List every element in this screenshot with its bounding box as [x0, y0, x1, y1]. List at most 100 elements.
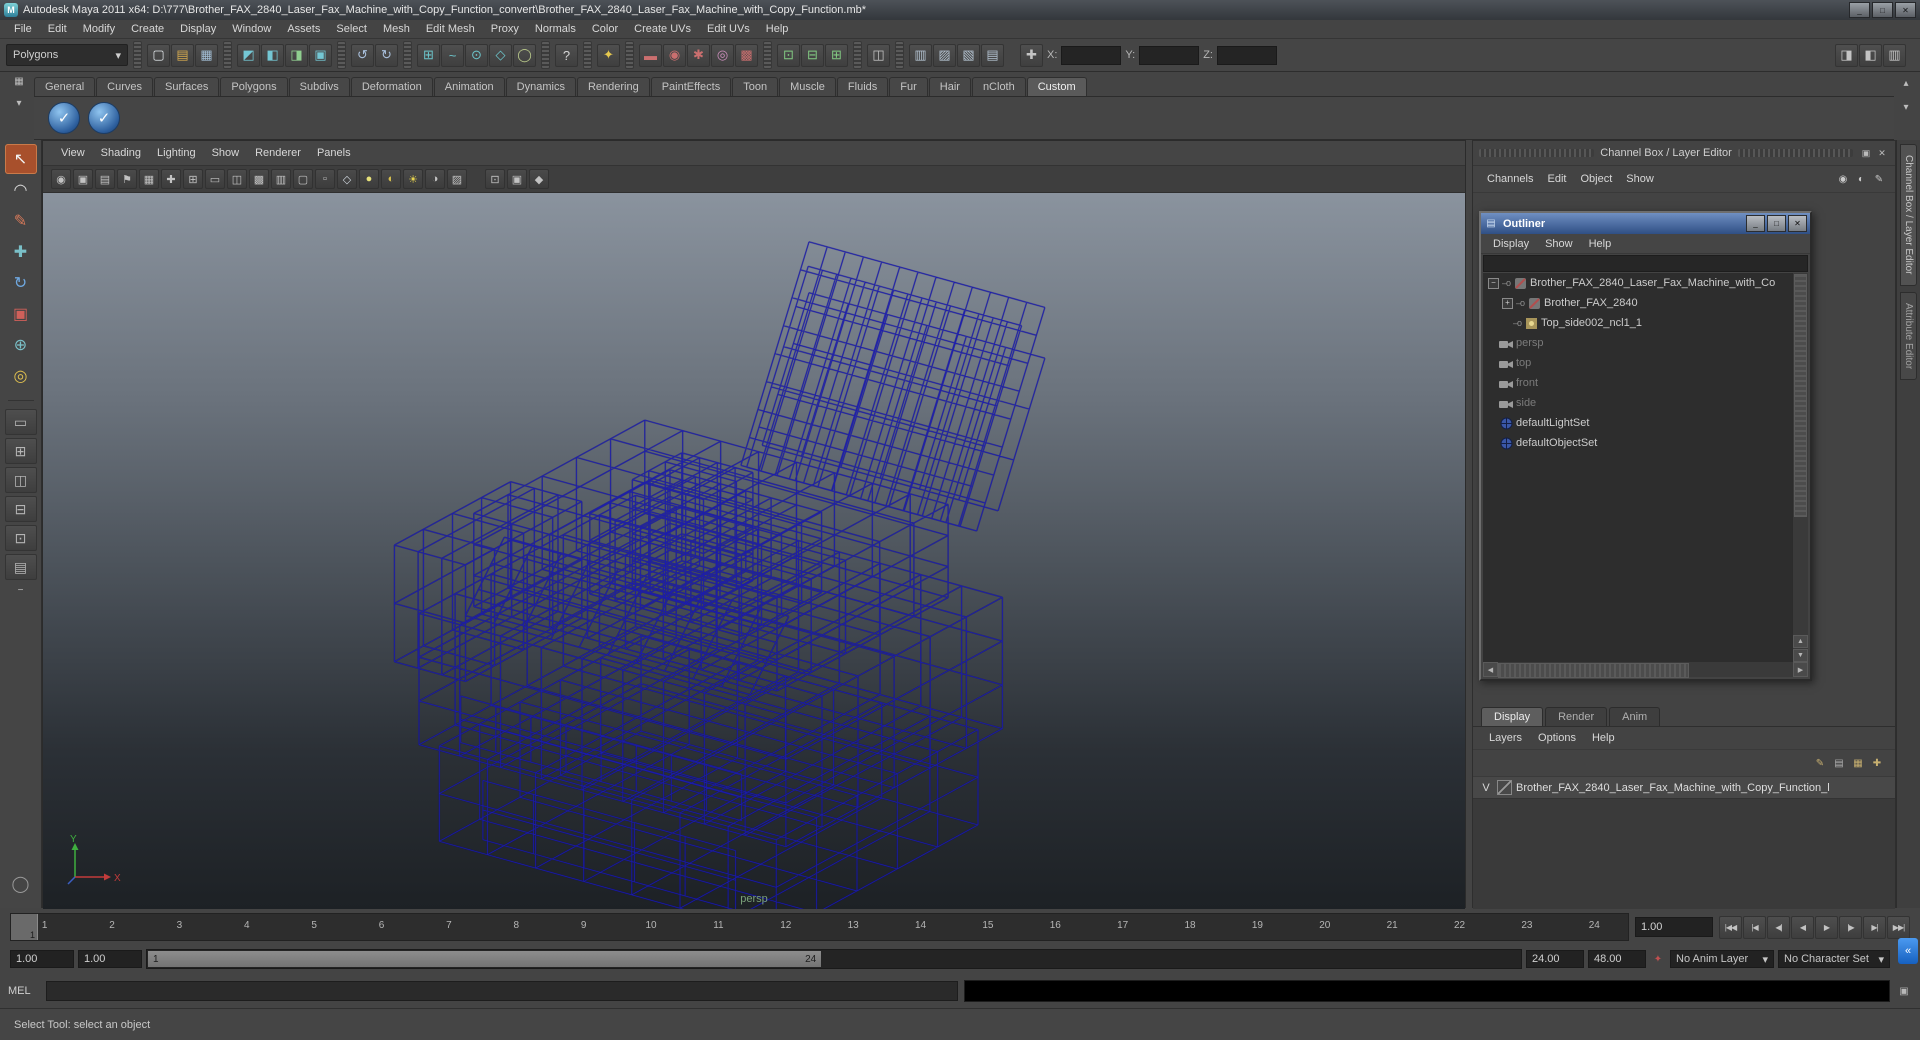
- grid-icon[interactable]: ⊞: [183, 169, 203, 189]
- y-field[interactable]: [1139, 46, 1199, 65]
- select-tool[interactable]: ↖: [5, 144, 37, 174]
- outliner-item-side[interactable]: side: [1483, 393, 1793, 413]
- range-slider-bar[interactable]: 1 24: [148, 951, 821, 967]
- menu-window[interactable]: Window: [224, 21, 279, 37]
- shelf-tab-toon[interactable]: Toon: [732, 77, 778, 96]
- make-live-icon[interactable]: ◯: [513, 44, 536, 67]
- outliner-maximize-button[interactable]: □: [1767, 215, 1786, 232]
- snap-curve-icon[interactable]: ~: [441, 44, 464, 67]
- shelf-tab-fur[interactable]: Fur: [889, 77, 928, 96]
- select-mask-icon[interactable]: ▣: [309, 44, 332, 67]
- three-pane-layout-button[interactable]: ⊡: [5, 525, 37, 551]
- toolbar-grip[interactable]: [853, 41, 862, 69]
- toolbar-grip[interactable]: [403, 41, 412, 69]
- camera-display-icon[interactable]: ▤: [981, 44, 1004, 67]
- render-current-frame-icon[interactable]: ▬: [639, 44, 662, 67]
- menu-file[interactable]: File: [6, 21, 40, 37]
- plane-split-icon[interactable]: ▣: [507, 169, 527, 189]
- scroll-right-icon[interactable]: ▶: [1793, 662, 1808, 677]
- edit-layer-icon[interactable]: ✎: [1812, 755, 1828, 771]
- outliner-item-defaultobjectset[interactable]: defaultObjectSet: [1483, 433, 1793, 453]
- shelf-tab-hair[interactable]: Hair: [929, 77, 971, 96]
- shelf-tab-animation[interactable]: Animation: [434, 77, 505, 96]
- dock-grip-left[interactable]: [1479, 149, 1594, 157]
- hypergraph-panel-icon[interactable]: ◫: [867, 44, 890, 67]
- panel-menu-lighting[interactable]: Lighting: [149, 145, 204, 161]
- wireframe-mode-icon[interactable]: ◇: [337, 169, 357, 189]
- camera-lock-icon[interactable]: ▣: [73, 169, 93, 189]
- menu-proxy[interactable]: Proxy: [483, 21, 527, 37]
- safe-title-icon[interactable]: ▫: [315, 169, 335, 189]
- side-tab-channel-box-layer-editor[interactable]: Channel Box / Layer Editor: [1900, 144, 1917, 286]
- bookmarks-icon[interactable]: ⚑: [117, 169, 137, 189]
- x-field[interactable]: [1061, 46, 1121, 65]
- select-component-icon[interactable]: ◨: [285, 44, 308, 67]
- toolbar-grip[interactable]: [625, 41, 634, 69]
- command-language-toggle[interactable]: MEL: [8, 985, 40, 997]
- playback-start-field[interactable]: 1.00: [78, 950, 142, 968]
- go-to-end-button[interactable]: ▶▶|: [1887, 916, 1910, 939]
- range-slider-track[interactable]: 1 24: [146, 949, 1522, 969]
- shelf-tab-ncloth[interactable]: nCloth: [972, 77, 1026, 96]
- snap-grid-icon[interactable]: ⊞: [417, 44, 440, 67]
- layer-menu-options[interactable]: Options: [1530, 730, 1584, 746]
- toolbar-grip[interactable]: [895, 41, 904, 69]
- ipr-render-icon[interactable]: ◉: [663, 44, 686, 67]
- panel-menu-view[interactable]: View: [53, 145, 93, 161]
- two-pane-side-layout-button[interactable]: ◫: [5, 467, 37, 493]
- new-layer-from-selection-icon[interactable]: ✚: [1869, 755, 1885, 771]
- shelf-tab-list-icon[interactable]: ▦: [11, 74, 27, 88]
- layer-color-swatch[interactable]: [1497, 780, 1512, 795]
- lasso-select-tool[interactable]: ◠: [5, 175, 37, 205]
- shelf-tab-subdivs[interactable]: Subdivs: [289, 77, 350, 96]
- single-pane-icon[interactable]: ⊡: [777, 44, 800, 67]
- outliner-menu-show[interactable]: Show: [1537, 236, 1581, 252]
- script-editor-icon[interactable]: ▣: [1896, 983, 1912, 999]
- close-button[interactable]: ✕: [1895, 2, 1916, 18]
- menu-set-selector[interactable]: Polygons ▾: [6, 44, 128, 66]
- step-forward-button[interactable]: |▶: [1839, 916, 1862, 939]
- menu-mesh[interactable]: Mesh: [375, 21, 418, 37]
- menu-edit[interactable]: Edit: [40, 21, 75, 37]
- menu-modify[interactable]: Modify: [75, 21, 123, 37]
- light-display-icon[interactable]: ▧: [957, 44, 980, 67]
- field-chart-icon[interactable]: ▥: [271, 169, 291, 189]
- channel-manip-icon[interactable]: ◉: [1835, 171, 1851, 187]
- current-time-field[interactable]: 1.00: [1635, 917, 1713, 937]
- shelf-tab-surfaces[interactable]: Surfaces: [154, 77, 219, 96]
- channel-menu-edit[interactable]: Edit: [1541, 171, 1572, 187]
- next-key-button[interactable]: ▶|: [1863, 916, 1886, 939]
- toolbar-grip[interactable]: [133, 41, 142, 69]
- layer-tab-anim[interactable]: Anim: [1609, 707, 1660, 726]
- toolbox-menu-icon[interactable]: ◯: [5, 869, 37, 899]
- scroll-down-icon[interactable]: ▼: [1793, 649, 1808, 662]
- dock-window-icon[interactable]: ▣: [1859, 147, 1873, 159]
- toolbar-grip[interactable]: [583, 41, 592, 69]
- absolute-relative-toggle-icon[interactable]: ✚: [1020, 44, 1043, 67]
- outliner-filter-input[interactable]: [1484, 256, 1807, 271]
- menu-select[interactable]: Select: [328, 21, 375, 37]
- auto-key-toggle-icon[interactable]: ✦: [1650, 951, 1666, 967]
- shelf-scroll-down-icon[interactable]: ▾: [1898, 100, 1914, 114]
- single-pane-layout-button[interactable]: ▭: [5, 409, 37, 435]
- shelf-tab-general[interactable]: General: [34, 77, 95, 96]
- animation-end-field[interactable]: 48.00: [1588, 950, 1646, 968]
- scrollbar-thumb[interactable]: [1794, 274, 1807, 517]
- snap-plane-icon[interactable]: ◇: [489, 44, 512, 67]
- add-layer-icon[interactable]: ▤: [1831, 755, 1847, 771]
- command-input[interactable]: [46, 981, 958, 1001]
- time-slider-track[interactable]: 1 12345678910111213141516171819202122232…: [10, 913, 1629, 941]
- shelf-tab-muscle[interactable]: Muscle: [779, 77, 836, 96]
- scroll-left-icon[interactable]: ◀: [1483, 662, 1498, 677]
- four-pane-layout-button[interactable]: ⊞: [5, 438, 37, 464]
- soft-modification-tool[interactable]: ◎: [5, 361, 37, 391]
- scale-tool[interactable]: ▣: [5, 299, 37, 329]
- smooth-shade-icon[interactable]: ●: [359, 169, 379, 189]
- shelf-tab-rendering[interactable]: Rendering: [577, 77, 650, 96]
- select-hierarchy-icon[interactable]: ◩: [237, 44, 260, 67]
- expand-toggle-icon[interactable]: +: [1502, 298, 1513, 309]
- new-empty-layer-icon[interactable]: ▦: [1850, 755, 1866, 771]
- tool-settings-toggle-icon[interactable]: ◧: [1859, 44, 1882, 67]
- menu-normals[interactable]: Normals: [527, 21, 584, 37]
- dock-close-icon[interactable]: ✕: [1875, 147, 1889, 159]
